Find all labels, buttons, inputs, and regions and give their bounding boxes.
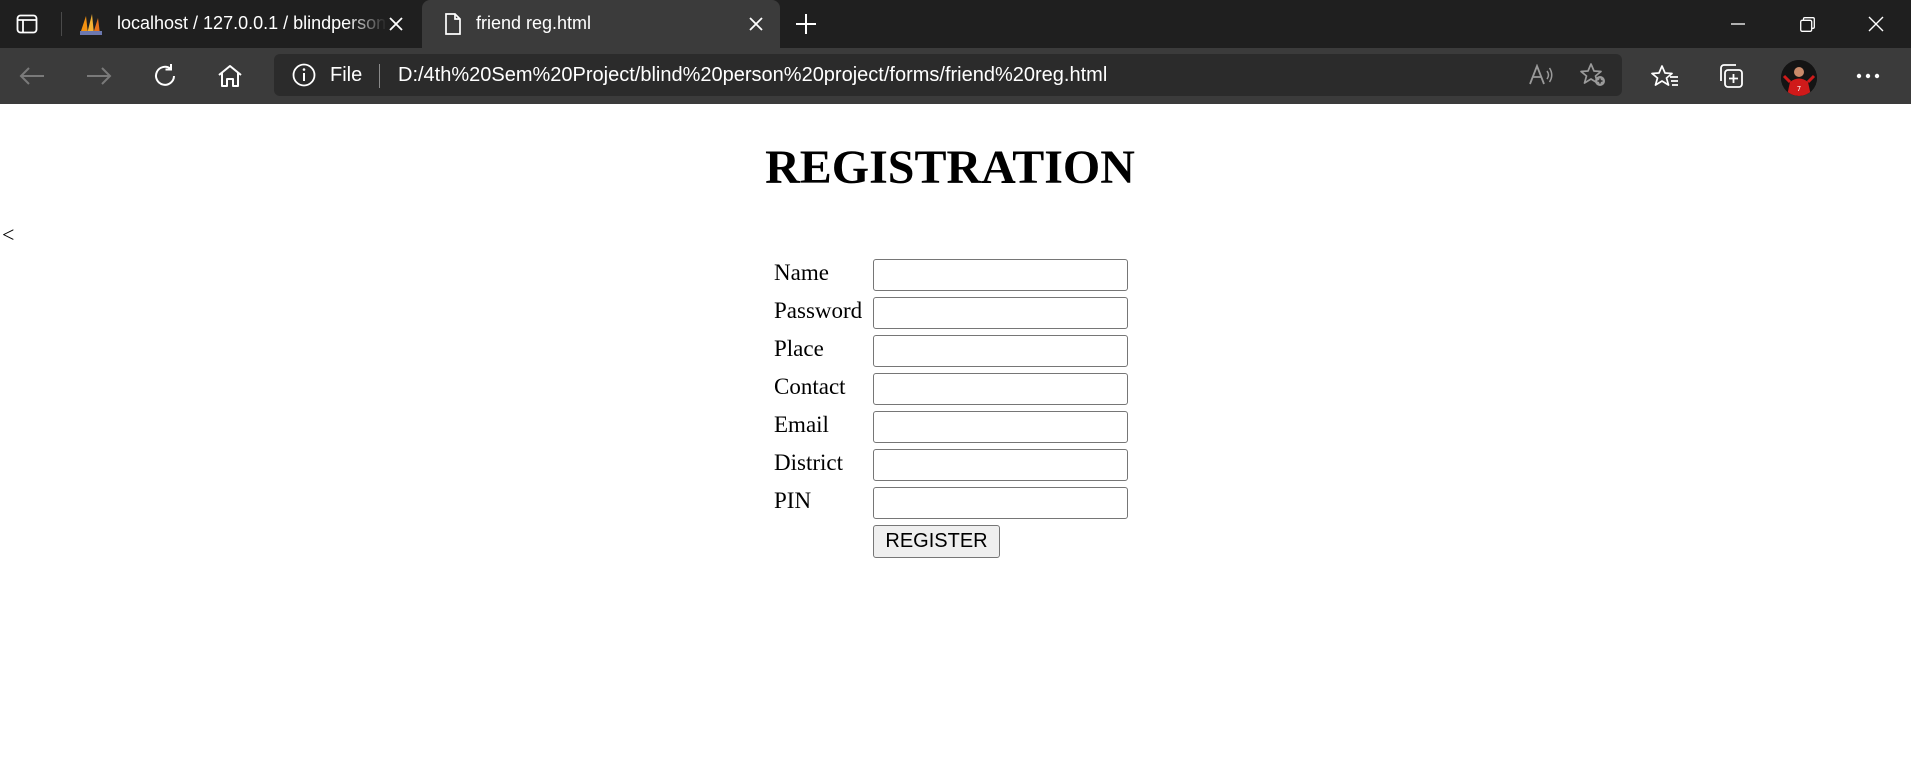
password-input[interactable] [873, 297, 1128, 329]
collections-icon [1720, 64, 1743, 88]
forward-button[interactable] [81, 58, 117, 94]
close-window-button[interactable] [1843, 0, 1909, 48]
home-button[interactable] [212, 58, 248, 94]
tab-actions-menu-button[interactable] [12, 10, 42, 38]
minimize-button[interactable] [1705, 0, 1771, 48]
browser-toolbar: File D:/4th%20Sem%20Project/blind%20pers… [0, 48, 1911, 104]
refresh-button[interactable] [147, 58, 183, 94]
favorites-button[interactable] [1647, 58, 1683, 94]
tab-phpmyadmin[interactable]: localhost / 127.0.0.1 / blindperson [68, 0, 420, 48]
tab-title: localhost / 127.0.0.1 / blindperson [117, 13, 387, 33]
name-label: Name [774, 260, 829, 285]
close-icon [1868, 16, 1884, 32]
favorites-icon [1651, 65, 1678, 86]
page-title: REGISTRATION [765, 141, 1135, 194]
back-arrow-icon [19, 67, 44, 85]
address-bar[interactable]: File D:/4th%20Sem%20Project/blind%20pers… [274, 54, 1622, 96]
district-label: District [774, 450, 843, 475]
back-button[interactable] [14, 58, 50, 94]
read-aloud-icon [1529, 64, 1553, 85]
site-info-label[interactable]: File [330, 64, 362, 87]
name-input[interactable] [873, 259, 1128, 291]
close-tab-button[interactable] [386, 14, 406, 34]
pin-label: PIN [774, 488, 812, 513]
password-label: Password [774, 298, 863, 323]
star-add-icon [1580, 63, 1605, 86]
email-input[interactable] [873, 411, 1128, 443]
forward-arrow-icon [87, 67, 112, 85]
close-icon [749, 17, 763, 31]
read-aloud-button[interactable] [1526, 61, 1556, 89]
phpmyadmin-icon [80, 14, 102, 35]
pin-input[interactable] [873, 487, 1128, 519]
email-label: Email [774, 412, 829, 437]
place-input[interactable] [873, 335, 1128, 367]
close-icon [389, 17, 403, 31]
collections-button[interactable] [1713, 58, 1749, 94]
tab-title: friend reg.html [476, 13, 592, 33]
home-icon [218, 65, 242, 87]
more-icon [1856, 73, 1880, 79]
svg-text:7: 7 [1797, 85, 1801, 93]
restore-button[interactable] [1774, 0, 1840, 48]
profile-avatar[interactable]: 7 [1781, 60, 1817, 96]
district-input[interactable] [873, 449, 1128, 481]
contact-label: Contact [774, 374, 846, 399]
close-tab-button[interactable] [746, 14, 766, 34]
refresh-icon [155, 64, 175, 86]
tab-actions-icon [16, 14, 38, 34]
stray-text: < [2, 222, 15, 247]
tab-separator [61, 12, 62, 36]
restore-icon [1799, 16, 1815, 32]
page-content: REGISTRATION < Name Password Place Conta… [0, 104, 1911, 784]
register-button[interactable]: REGISTER [873, 525, 1000, 558]
new-tab-button[interactable] [790, 10, 822, 38]
tab-strip: localhost / 127.0.0.1 / blindperson frie… [0, 0, 1911, 48]
add-favorite-button[interactable] [1578, 61, 1608, 89]
contact-input[interactable] [873, 373, 1128, 405]
avatar-image: 7 [1781, 60, 1817, 96]
minimize-icon [1731, 23, 1745, 25]
settings-more-button[interactable] [1850, 58, 1886, 94]
tab-friend-reg[interactable]: friend reg.html [422, 0, 780, 48]
address-divider [379, 64, 380, 88]
info-icon [292, 63, 316, 87]
place-label: Place [774, 336, 824, 361]
file-icon [445, 13, 461, 35]
plus-icon [796, 14, 816, 34]
url-text[interactable]: D:/4th%20Sem%20Project/blind%20person%20… [398, 64, 1107, 87]
